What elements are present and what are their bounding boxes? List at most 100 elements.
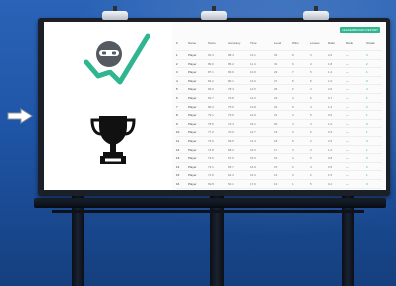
table-row[interactable]: 1 Player 91.3 88.4 12.1 34 8 3 2.6 — 3 xyxy=(176,50,382,59)
table-cell: 79.1 xyxy=(208,113,214,118)
column-header[interactable]: Time xyxy=(250,41,257,45)
table-cell: Player xyxy=(188,156,197,161)
table-cell: 80.3 xyxy=(208,104,214,109)
table-row[interactable]: 7 Player 80.3 75.0 13.8 22 5 4 1.2 — 2 xyxy=(176,101,382,111)
table-cell: 14.2 xyxy=(250,95,256,100)
table-cell: 1.2 xyxy=(328,104,333,109)
table-row[interactable]: 3 Player 87.1 83.9 10.9 29 7 5 1.4 — 1 xyxy=(176,67,382,76)
table-cell: 67.0 xyxy=(228,156,234,161)
column-header[interactable]: Wins xyxy=(292,41,299,45)
table-row[interactable]: 12 Player 74.8 68.2 16.0 17 3 3 1.0 — 1 xyxy=(176,144,382,154)
table-cell: 12 xyxy=(176,147,180,152)
table-cell: 1.5 xyxy=(328,173,333,178)
table-cell: Player xyxy=(188,95,197,100)
table-cell: 83.9 xyxy=(228,70,234,75)
table-cell: 2.0 xyxy=(328,87,333,92)
table-cell: 5 xyxy=(310,78,312,83)
table-row[interactable]: 14 Player 72.1 65.7 14.9 15 2 4 0.5 — 2 xyxy=(176,161,382,171)
table-cell: 14 xyxy=(176,164,180,169)
table-cell: 2 xyxy=(310,173,312,178)
table-cell: 5 xyxy=(176,87,178,92)
table-cell: 16 xyxy=(274,156,278,161)
table-cell: 80.1 xyxy=(228,78,234,83)
table-row[interactable]: 13 Player 73.6 67.0 15.5 16 4 5 0.8 — 0 xyxy=(176,153,382,162)
table-cell: — xyxy=(346,70,349,75)
table-cell: 3 xyxy=(366,138,368,143)
table-cell: 7 xyxy=(292,70,294,75)
table-cell: 77.2 xyxy=(208,130,214,135)
table-cell: 2 xyxy=(292,130,294,135)
table-cell: 69.8 xyxy=(208,181,214,186)
table-cell: 13 xyxy=(274,181,278,186)
column-header[interactable]: Rank xyxy=(346,41,353,45)
table-cell: 2 xyxy=(366,164,368,169)
column-header[interactable]: # xyxy=(176,41,178,45)
table-cell: 63.1 xyxy=(228,181,234,186)
column-header[interactable]: Level xyxy=(274,41,281,45)
table-row[interactable]: 11 Player 76.0 69.5 13.4 18 5 2 2.5 — 3 xyxy=(176,135,382,145)
table-cell: 11.4 xyxy=(250,61,256,66)
table-cell: 4 xyxy=(310,164,312,169)
table-cell: 8 xyxy=(292,53,294,57)
table-row[interactable]: 15 Player 71.0 64.3 16.4 14 3 2 1.5 — 1 xyxy=(176,170,382,179)
table-cell: — xyxy=(346,113,349,118)
table-cell: Player xyxy=(188,53,197,57)
table-cell: 3 xyxy=(310,147,312,152)
table-cell: 4 xyxy=(292,95,294,100)
table-cell: 1.4 xyxy=(328,70,333,75)
table-cell: 1 xyxy=(366,70,368,75)
column-header[interactable]: Score xyxy=(208,41,216,45)
table-row[interactable]: 10 Player 77.2 70.9 14.7 19 2 6 0.3 — 1 xyxy=(176,127,382,136)
table-cell: 11 xyxy=(176,138,180,143)
table-cell: — xyxy=(346,121,349,126)
table-row[interactable]: 9 Player 78.5 72.4 15.1 20 4 4 1.0 — 0 xyxy=(176,118,382,128)
table-row[interactable]: 4 Player 84.2 80.1 13.0 27 5 5 1.0 — 0 xyxy=(176,75,382,85)
table-cell: 16.0 xyxy=(250,147,256,152)
table-cell: 18 xyxy=(274,138,278,143)
table-cell: 34 xyxy=(274,53,278,57)
table-cell: 0.7 xyxy=(328,95,333,100)
table-cell: 0 xyxy=(366,121,368,126)
table-cell: 5 xyxy=(292,78,294,83)
icon-panel xyxy=(44,22,170,190)
table-cell: 71.0 xyxy=(208,173,214,178)
table-cell: 0 xyxy=(366,78,368,83)
table-cell: 5 xyxy=(310,181,312,186)
billboard-crossbar xyxy=(34,198,386,208)
column-header[interactable]: Name xyxy=(188,41,196,45)
leaderboard-report-button[interactable]: LEADERBOARD REPORT xyxy=(340,27,380,33)
table-cell: 1 xyxy=(366,130,368,135)
table-header: # Name Score Accuracy Time Level Wins Losses Rat… xyxy=(176,41,382,49)
table-row[interactable]: 17Player68.561.816.812230.7—1 xyxy=(176,187,382,191)
column-header[interactable]: Accuracy xyxy=(228,41,240,45)
right-arrow-icon xyxy=(7,108,33,124)
table-cell: 91.3 xyxy=(208,53,214,57)
table-row[interactable]: 16 Player 69.8 63.1 17.0 13 1 5 0.2 — 0 xyxy=(176,178,382,188)
table-row[interactable]: 5 Player 83.0 78.4 12.5 25 6 3 2.0 — 4 xyxy=(176,84,382,93)
table-cell: 1.0 xyxy=(328,121,333,126)
column-header[interactable]: Ratio xyxy=(328,41,335,45)
table-row[interactable]: 6 Player 81.7 76.8 14.2 23 4 6 0.7 — 1 xyxy=(176,92,382,102)
table-cell: Player xyxy=(188,78,197,83)
table-row[interactable]: 2 Player 89.0 85.2 11.4 31 6 4 1.8 — 2 xyxy=(176,58,382,68)
table-cell: 70.9 xyxy=(228,130,234,135)
table-cell: 1 xyxy=(366,173,368,178)
table-cell: Player xyxy=(188,181,197,186)
column-header[interactable]: Streak xyxy=(366,41,375,45)
table-cell: 15.1 xyxy=(250,121,256,126)
table-cell: 21 xyxy=(274,113,278,118)
table-cell: — xyxy=(346,164,349,169)
table-cell: Player xyxy=(188,104,197,109)
billboard-screen: LEADERBOARD REPORT # Name Score Accuracy Tim… xyxy=(44,22,386,190)
table-cell: 2 xyxy=(310,138,312,143)
table-cell: 12.1 xyxy=(250,53,256,57)
table-cell: 1.0 xyxy=(328,147,333,152)
table-cell: 5 xyxy=(292,104,294,109)
table-cell: 14.7 xyxy=(250,130,256,135)
table-cell: Player xyxy=(188,70,197,75)
table-row[interactable]: 8 Player 79.1 73.6 12.9 21 3 5 0.6 — 1 xyxy=(176,110,382,119)
table-cell: 15.5 xyxy=(250,156,256,161)
table-cell: 13.0 xyxy=(250,78,256,83)
column-header[interactable]: Losses xyxy=(310,41,320,45)
table-cell: 4 xyxy=(310,121,312,126)
